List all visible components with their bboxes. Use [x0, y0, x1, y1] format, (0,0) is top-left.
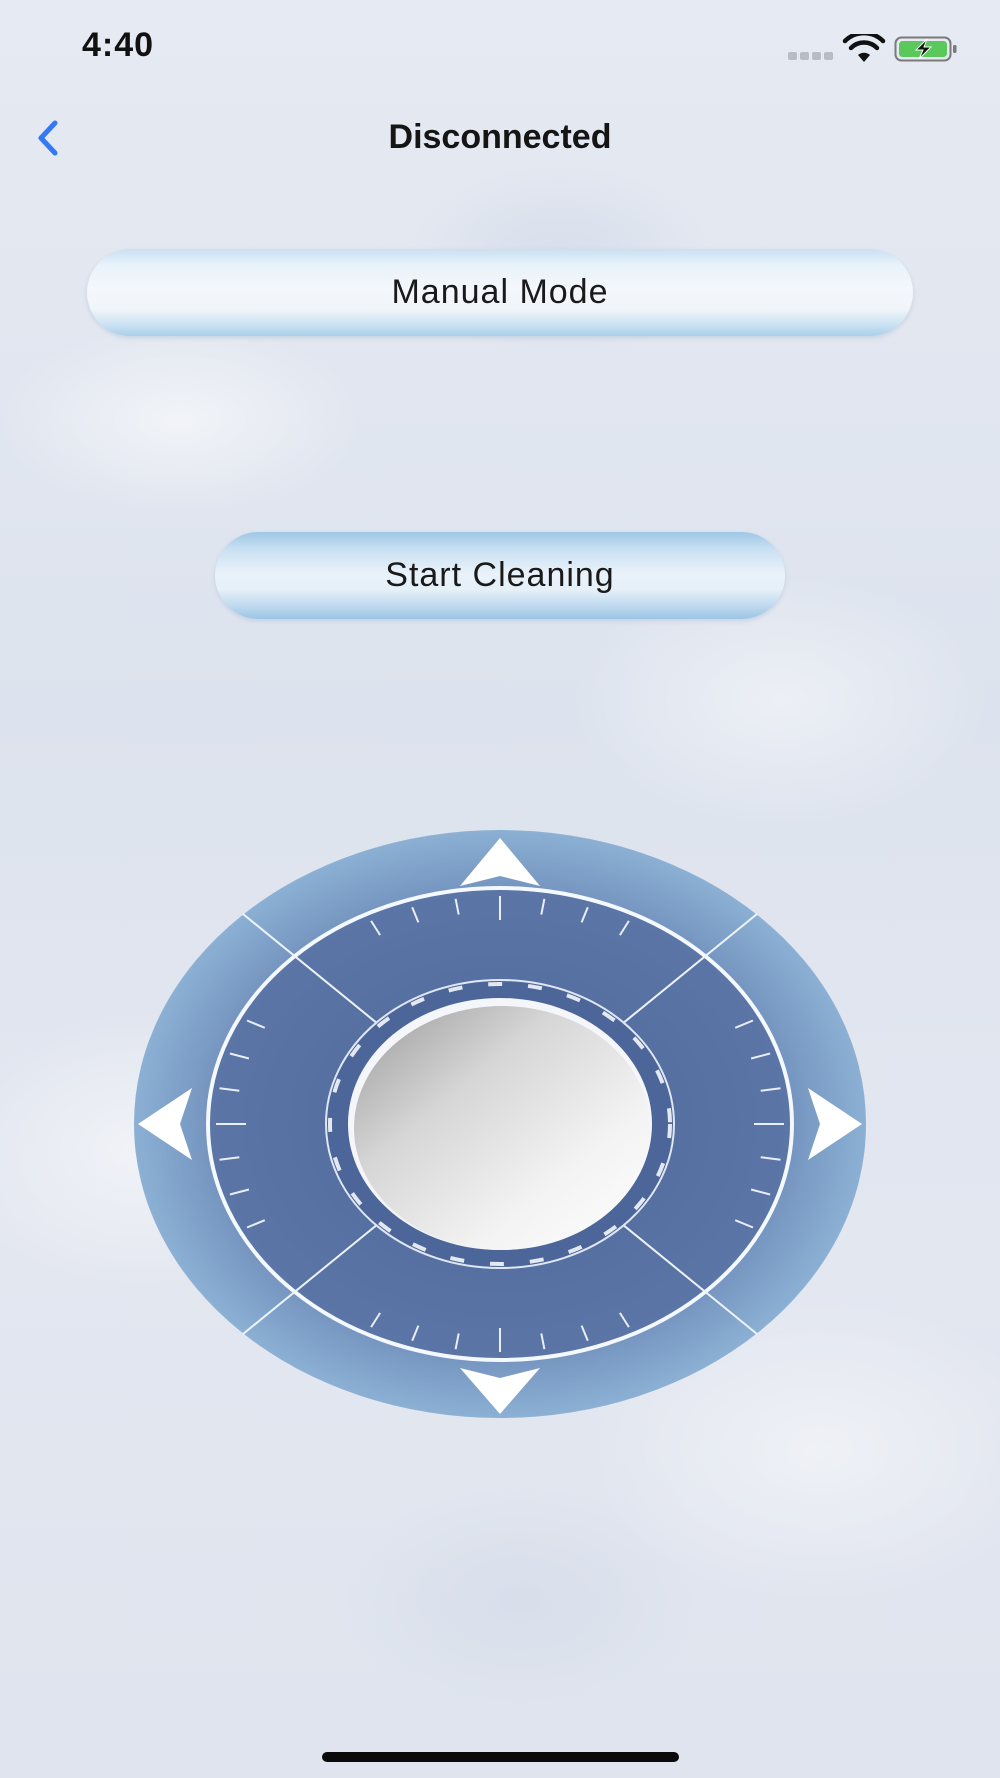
arrow-left-icon: [138, 1088, 192, 1160]
move-up-button[interactable]: [450, 830, 550, 900]
arrow-down-icon: [460, 1368, 540, 1414]
home-indicator: [322, 1752, 679, 1762]
battery-charging-icon: [894, 36, 957, 62]
cellular-signal-icon: [788, 52, 834, 60]
direction-pad: [130, 828, 870, 1420]
arrow-up-icon: [460, 838, 540, 886]
move-left-button[interactable]: [130, 1074, 210, 1174]
wifi-icon: [842, 34, 886, 62]
status-time: 4:40: [82, 26, 155, 64]
page-title: Disconnected: [388, 118, 612, 156]
start-cleaning-button[interactable]: Start Cleaning: [215, 532, 785, 619]
move-down-button[interactable]: [450, 1358, 550, 1420]
manual-mode-button[interactable]: Manual Mode: [87, 249, 913, 336]
status-bar: 4:40: [0, 0, 1000, 96]
center-button[interactable]: [350, 1004, 650, 1252]
arrow-right-icon: [808, 1088, 862, 1160]
move-right-button[interactable]: [790, 1074, 870, 1174]
